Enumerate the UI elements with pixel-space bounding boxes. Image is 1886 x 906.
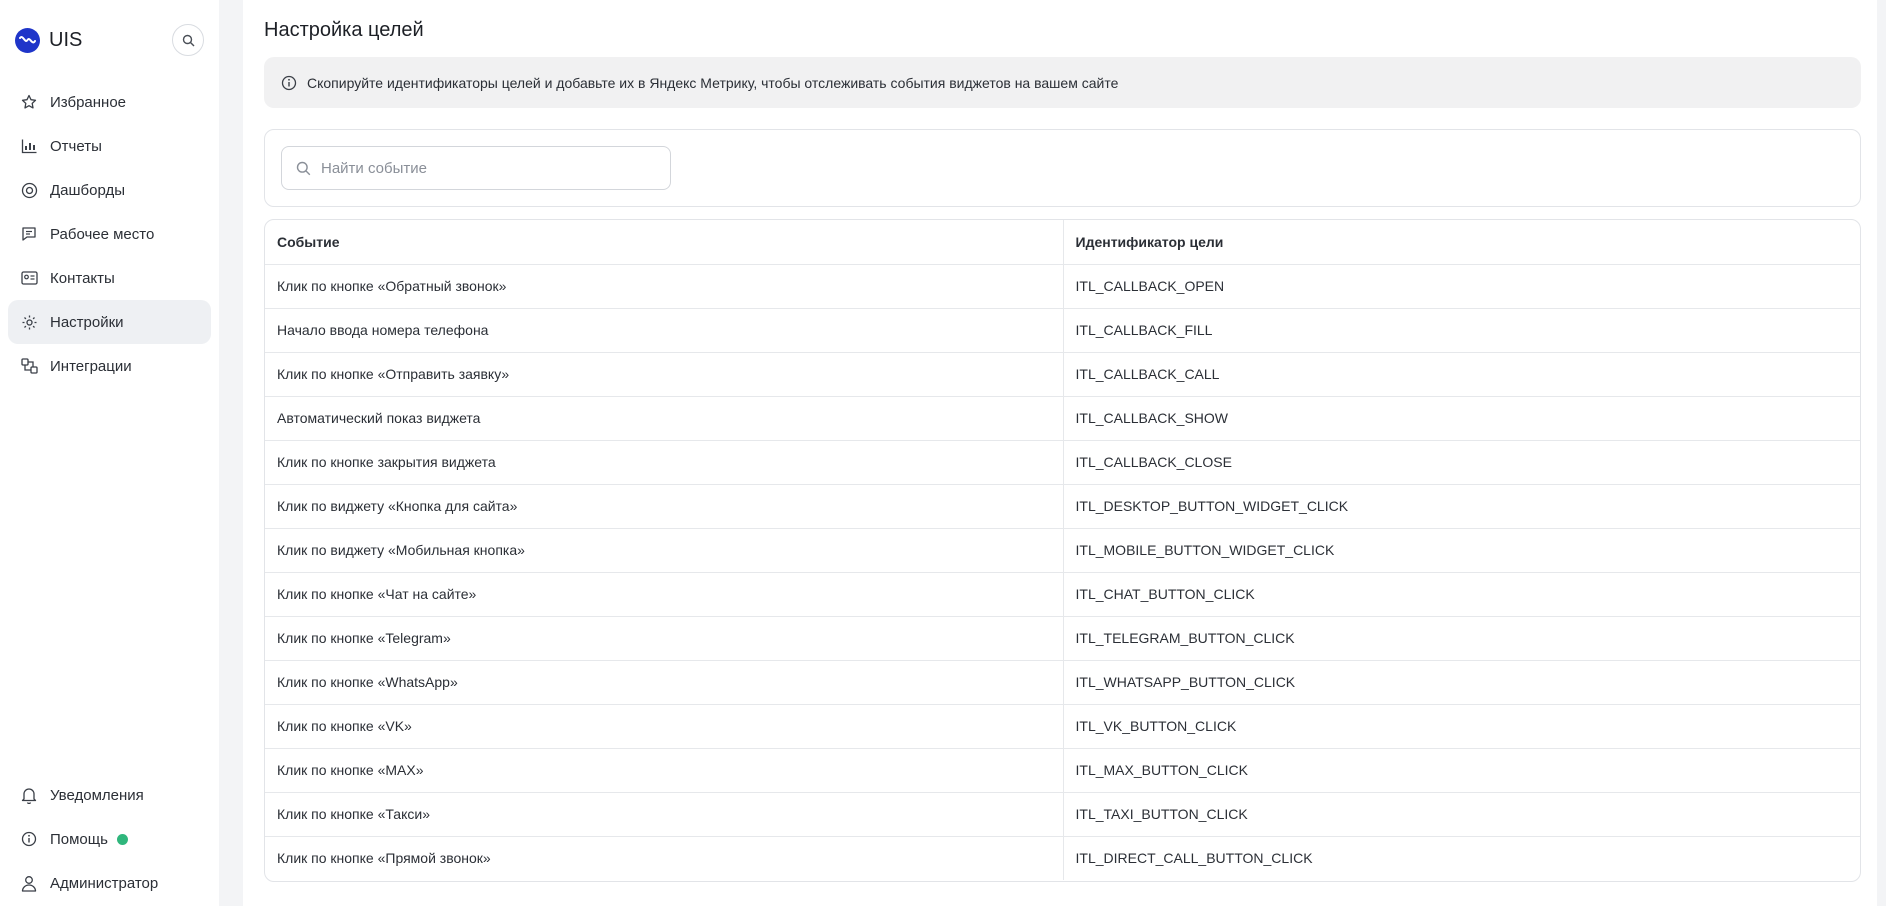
table-row: Клик по кнопке «VK» ITL_VK_BUTTON_CLICK: [265, 704, 1860, 749]
goal-id-cell[interactable]: ITL_CALLBACK_CALL: [1063, 352, 1860, 397]
table-row: Клик по кнопке «WhatsApp» ITL_WHATSAPP_BU…: [265, 660, 1860, 705]
table-row: Клик по кнопке «Отправить заявку» ITL_CAL…: [265, 352, 1860, 397]
event-cell: Клик по кнопке «Отправить заявку»: [265, 352, 1064, 397]
table-row: Начало ввода номера телефона ITL_CALLBACK…: [265, 308, 1860, 353]
sidebar-item-label: Отчеты: [50, 137, 102, 155]
sidebar-item-label: Уведомления: [50, 786, 144, 804]
sidebar-item-notifications[interactable]: Уведомления: [8, 773, 211, 817]
sidebar-item-label: Настройки: [50, 313, 124, 331]
sidebar-item-label: Контакты: [50, 269, 115, 287]
table-row: Клик по кнопке «Обратный звонок» ITL_CALL…: [265, 264, 1860, 309]
uis-logo-icon[interactable]: [15, 27, 40, 53]
table-row: Клик по кнопке «Telegram» ITL_TELEGRAM_BU…: [265, 616, 1860, 661]
column-header-goal-id: Идентификатор цели: [1063, 220, 1860, 265]
goal-id-cell[interactable]: ITL_CALLBACK_CLOSE: [1063, 440, 1860, 485]
event-cell: Клик по кнопке «MAX»: [265, 748, 1064, 793]
goal-id-cell[interactable]: ITL_CALLBACK_OPEN: [1063, 264, 1860, 309]
sidebar-item-workplace[interactable]: Рабочее место: [8, 212, 211, 256]
event-cell: Автоматический показ виджета: [265, 396, 1064, 441]
event-cell: Клик по кнопке «WhatsApp»: [265, 660, 1064, 705]
goal-id-cell[interactable]: ITL_DIRECT_CALL_BUTTON_CLICK: [1063, 836, 1860, 880]
table-row: Клик по кнопке «Чат на сайте» ITL_CHAT_BU…: [265, 572, 1860, 617]
column-header-event: Событие: [265, 220, 1064, 265]
goal-id-cell[interactable]: ITL_TAXI_BUTTON_CLICK: [1063, 792, 1860, 837]
sidebar-item-contacts[interactable]: Контакты: [8, 256, 211, 300]
sidebar-item-label: Избранное: [50, 93, 127, 111]
goal-id-cell[interactable]: ITL_VK_BUTTON_CLICK: [1063, 704, 1860, 749]
table-row: Клик по кнопке «Прямой звонок» ITL_DIRECT…: [265, 836, 1860, 880]
goal-id-cell[interactable]: ITL_MOBILE_BUTTON_WIDGET_CLICK: [1063, 528, 1860, 573]
goals-table-card: Событие Идентификатор цели Клик по кнопк…: [264, 219, 1861, 882]
event-cell: Начало ввода номера телефона: [265, 308, 1064, 353]
info-icon: [20, 830, 38, 848]
info-banner-text: Скопируйте идентификаторы целей и добавь…: [307, 74, 1119, 91]
sidebar-item-dashboards[interactable]: Дашборды: [8, 168, 211, 212]
event-cell: Клик по кнопке «Прямой звонок»: [265, 836, 1064, 880]
sidebar-item-label: Рабочее место: [50, 225, 155, 243]
info-banner: Скопируйте идентификаторы целей и добавь…: [264, 57, 1861, 108]
sidebar-item-help[interactable]: Помощь: [8, 817, 211, 861]
info-icon: [281, 75, 297, 91]
goals-table: Событие Идентификатор цели Клик по кнопк…: [265, 220, 1860, 880]
sidebar-item-label: Администратор: [50, 874, 159, 892]
table-row: Клик по виджету «Кнопка для сайта» ITL_DE…: [265, 484, 1860, 529]
table-row: Клик по виджету «Мобильная кнопка» ITL_MO…: [265, 528, 1860, 573]
event-cell: Клик по кнопке «Обратный звонок»: [265, 264, 1064, 309]
dashboard-icon: [20, 181, 38, 199]
event-cell: Клик по кнопке «Такси»: [265, 792, 1064, 837]
table-row: Клик по кнопке «Такси» ITL_TAXI_BUTTON_CL…: [265, 792, 1860, 837]
search-icon: [296, 161, 311, 175]
event-cell: Клик по кнопке закрытия виджета: [265, 440, 1064, 485]
sidebar-item-label: Интеграции: [50, 357, 132, 375]
event-search-input[interactable]: [321, 159, 651, 177]
event-cell: Клик по кнопке «VK»: [265, 704, 1064, 749]
search-icon: [182, 34, 194, 46]
table-row: Клик по кнопке «MAX» ITL_MAX_BUTTON_CLICK: [265, 748, 1860, 793]
sidebar-bottom: Уведомления Помощь Администратор: [0, 773, 219, 906]
page-title: Настройка целей: [264, 19, 424, 41]
sidebar-item-admin[interactable]: Администратор: [8, 861, 211, 905]
sidebar-item-label: Помощь: [50, 830, 108, 848]
goal-id-cell[interactable]: ITL_CHAT_BUTTON_CLICK: [1063, 572, 1860, 617]
sidebar-item-integrations[interactable]: Интеграции: [8, 344, 211, 388]
goal-id-cell[interactable]: ITL_MAX_BUTTON_CLICK: [1063, 748, 1860, 793]
sidebar-item-label: Дашборды: [50, 181, 125, 199]
global-search-button[interactable]: [172, 24, 204, 56]
goal-id-cell[interactable]: ITL_DESKTOP_BUTTON_WIDGET_CLICK: [1063, 484, 1860, 529]
gear-icon: [20, 313, 38, 331]
table-header-row: Событие Идентификатор цели: [265, 220, 1860, 265]
workplace-icon: [20, 225, 38, 243]
event-cell: Клик по кнопке «Telegram»: [265, 616, 1064, 661]
sidebar-item-reports[interactable]: Отчеты: [8, 124, 211, 168]
brand-name: UIS: [49, 28, 83, 51]
sidebar-item-settings[interactable]: Настройки: [8, 300, 211, 344]
goal-id-cell[interactable]: ITL_CALLBACK_FILL: [1063, 308, 1860, 353]
brand: UIS: [0, 0, 219, 80]
star-icon: [20, 93, 38, 111]
contacts-icon: [20, 269, 38, 287]
user-icon: [20, 874, 38, 892]
right-edge: [1877, 0, 1886, 906]
goal-id-cell[interactable]: ITL_TELEGRAM_BUTTON_CLICK: [1063, 616, 1860, 661]
event-cell: Клик по виджету «Кнопка для сайта»: [265, 484, 1064, 529]
search-card: [264, 129, 1861, 207]
goal-id-cell[interactable]: ITL_CALLBACK_SHOW: [1063, 396, 1860, 441]
event-cell: Клик по кнопке «Чат на сайте»: [265, 572, 1064, 617]
online-status-dot: [116, 833, 128, 845]
sidebar-nav: Избранное Отчеты Дашборды Рабочее место …: [0, 80, 219, 388]
table-row: Клик по кнопке закрытия виджета ITL_CALLB…: [265, 440, 1860, 485]
bell-icon: [20, 786, 38, 804]
goal-id-cell[interactable]: ITL_WHATSAPP_BUTTON_CLICK: [1063, 660, 1860, 705]
table-row: Автоматический показ виджета ITL_CALLBACK…: [265, 396, 1860, 441]
event-cell: Клик по виджету «Мобильная кнопка»: [265, 528, 1064, 573]
sidebar-item-favorites[interactable]: Избранное: [8, 80, 211, 124]
main-content: Настройка целей Скопируйте идентификатор…: [243, 0, 1877, 906]
sidebar: UIS Избранное Отчеты Дашборды Рабочее ме…: [0, 0, 219, 906]
table-body: Клик по кнопке «Обратный звонок» ITL_CALL…: [265, 264, 1860, 880]
event-search-box[interactable]: [281, 146, 671, 190]
integrations-icon: [20, 357, 38, 375]
chart-icon: [20, 137, 38, 155]
